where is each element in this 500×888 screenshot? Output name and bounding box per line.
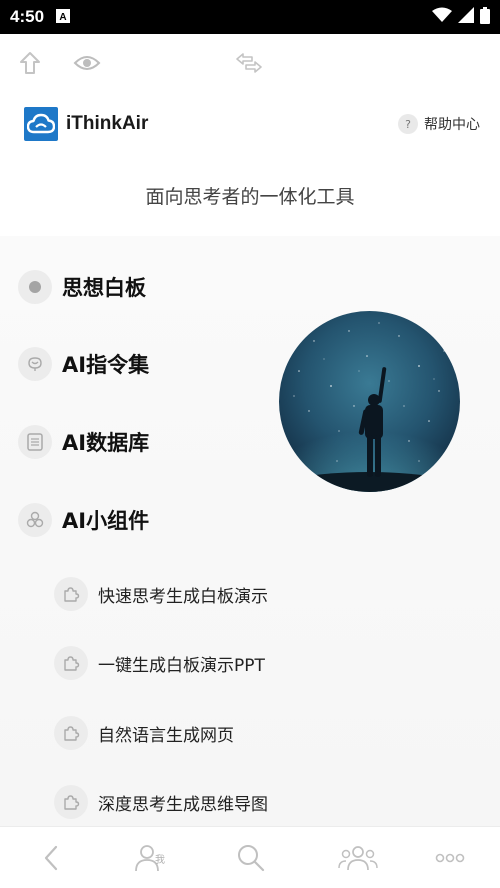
menu-item-ai-widgets[interactable]: AI小组件 [18,502,149,538]
puzzle-icon [54,716,88,750]
bottom-nav: 我 [0,826,500,888]
up-arrow-icon[interactable] [15,48,45,78]
puzzle-icon [54,646,88,680]
group-icon[interactable] [338,841,378,875]
cloud-icon [24,107,58,141]
eye-icon[interactable] [72,48,102,78]
top-toolbar [0,34,500,90]
widget-item[interactable]: 快速思考生成白板演示 [54,576,268,612]
status-time: 4:50 [10,7,45,26]
brain-icon [18,347,52,381]
widget-item[interactable]: 一键生成白板演示PPT [54,645,265,681]
widget-label: 深度思考生成思维导图 [98,794,268,815]
menu-item-ai-prompts[interactable]: AI指令集 [18,346,149,382]
components-icon [18,503,52,537]
search-icon[interactable] [234,841,268,875]
tagline: 面向思考者的一体化工具 [145,186,355,208]
profile-me-label: 我 [155,855,165,866]
brand[interactable]: iThinkAir [24,107,148,141]
widget-label: 一键生成白板演示PPT [98,655,265,676]
menu-label: AI数据库 [62,431,150,455]
widget-label: 自然语言生成网页 [98,725,234,746]
wifi-icon [432,7,452,27]
cell-signal-icon [458,7,474,27]
brand-row: iThinkAir ? 帮助中心 [24,104,480,144]
help-center-link[interactable]: ? 帮助中心 [398,114,480,134]
brand-name: iThinkAir [66,113,149,134]
widget-label: 快速思考生成白板演示 [98,586,268,607]
dot-icon [18,270,52,304]
help-center-label: 帮助中心 [424,117,480,133]
svg-text:A: A [59,12,66,23]
widget-item[interactable]: 深度思考生成思维导图 [54,784,268,820]
menu-item-ai-database[interactable]: AI数据库 [18,424,149,460]
back-chevron-icon[interactable] [34,841,68,875]
help-question-icon: ? [398,114,418,134]
battery-icon [480,6,490,28]
menu-label: 思想白板 [62,276,146,300]
hero-image [279,311,460,492]
swap-arrows-icon[interactable] [234,48,264,78]
menu-label: AI小组件 [62,509,150,533]
menu-label: AI指令集 [62,353,150,377]
status-bar: 4:50 A [0,0,500,34]
puzzle-icon [54,577,88,611]
more-icon[interactable] [434,841,466,875]
widget-item[interactable]: 自然语言生成网页 [54,715,234,751]
profile-icon[interactable]: 我 [133,841,171,875]
puzzle-icon [54,785,88,819]
menu-item-whiteboard[interactable]: 思想白板 [18,269,146,305]
a-letter-box-icon: A [56,8,71,27]
database-icon [18,425,52,459]
